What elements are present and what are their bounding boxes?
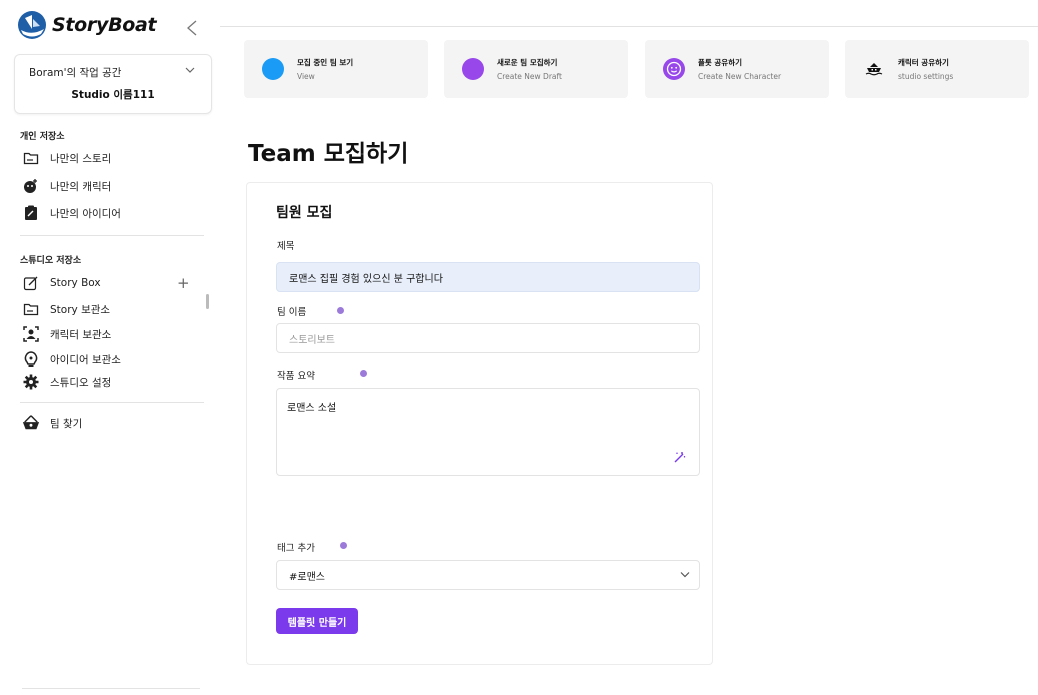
sidebar-item-find-team[interactable]: 팀 찾기 — [22, 413, 82, 433]
sidebar-item-label: 스튜디오 설정 — [50, 376, 112, 389]
folder-icon — [22, 300, 40, 318]
sidebar-item-character-archive[interactable]: 캐릭터 보관소 — [22, 324, 111, 344]
sidebar-item-studio-settings[interactable]: 스튜디오 설정 — [22, 372, 111, 392]
quick-card-title: 모집 중인 팀 보기 — [297, 58, 354, 67]
studio-storage-label: 스튜디오 저장소 — [20, 256, 82, 266]
quick-card-share-character[interactable]: 캐릭터 공유하기 studio settings — [845, 40, 1029, 98]
logo[interactable]: StoryBoat — [17, 10, 157, 40]
bulb-icon — [22, 350, 40, 368]
page-title: Team 모집하기 — [248, 141, 409, 167]
divider — [22, 688, 200, 689]
sidebar-item-label: 나만의 아이디어 — [50, 207, 121, 220]
sidebar-item-label: 나만의 스토리 — [50, 152, 112, 165]
chevron-down-icon — [185, 67, 195, 73]
sidebar-item-label: 팀 찾기 — [50, 417, 83, 430]
sidebar-scrollbar[interactable] — [206, 294, 209, 309]
title-input[interactable]: 로맨스 집필 경험 있으신 분 구합니다 — [276, 262, 700, 292]
sidebar-item-idea-archive[interactable]: 아이디어 보관소 — [22, 349, 121, 369]
header-divider — [220, 26, 1038, 27]
sidebar-item-label: Story 보관소 — [50, 303, 111, 316]
form-heading: 팀원 모집 — [276, 205, 333, 221]
quick-card-share-plot[interactable]: 플롯 공유하기 Create New Character — [645, 40, 829, 98]
sidebar-item-my-stories[interactable]: 나만의 스토리 — [22, 148, 111, 168]
smiley-icon — [663, 58, 685, 80]
brand-name: StoryBoat — [52, 14, 157, 36]
gear-icon — [22, 373, 40, 391]
quick-card-title: 새로운 팀 모집하기 — [497, 58, 558, 67]
sidebar-item-label: 아이디어 보관소 — [50, 353, 121, 366]
sidebar-item-my-characters[interactable]: 나만의 캐릭터 — [22, 176, 111, 196]
character-add-icon — [22, 177, 40, 195]
summary-textarea[interactable]: 로맨스 소설 — [276, 388, 700, 476]
help-icon[interactable] — [340, 542, 347, 549]
sidebar-item-my-ideas[interactable]: 나만의 아이디어 — [22, 203, 121, 223]
user-frame-icon — [22, 325, 40, 343]
quick-card-title: 플롯 공유하기 — [698, 58, 743, 67]
divider — [20, 402, 204, 403]
circle-icon — [462, 58, 484, 80]
sidebar-item-label: Story Box — [50, 277, 101, 289]
quick-card-subtitle: View — [297, 72, 315, 81]
summary-label: 작품 요약 — [277, 371, 315, 382]
divider — [20, 235, 204, 236]
magic-wand-icon[interactable] — [673, 451, 686, 464]
quick-card-subtitle: Create New Character — [698, 72, 782, 81]
sidebar: StoryBoat Boram'의 작업 공간 Studio 이름111 개인 … — [0, 0, 218, 695]
workspace-title: Boram'의 작업 공간 — [29, 67, 122, 79]
quick-card-subtitle: Create New Draft — [497, 72, 562, 81]
sidebar-item-label: 나만의 캐릭터 — [50, 180, 112, 193]
basket-icon — [22, 414, 40, 432]
workspace-switcher[interactable]: Boram'의 작업 공간 Studio 이름111 — [14, 54, 212, 114]
team-name-label: 팀 이름 — [277, 307, 307, 318]
clipboard-icon — [22, 204, 40, 222]
quick-card-title: 캐릭터 공유하기 — [898, 58, 949, 67]
quick-card-view-teams[interactable]: 모집 중인 팀 보기 View — [244, 40, 428, 98]
quick-card-new-recruit[interactable]: 새로운 팀 모집하기 Create New Draft — [444, 40, 628, 98]
chevron-down-icon — [680, 572, 690, 578]
edit-icon — [22, 274, 40, 292]
title-label: 제목 — [277, 241, 295, 252]
sidebar-item-label: 캐릭터 보관소 — [50, 328, 112, 341]
boat-logo-icon — [18, 11, 46, 39]
sidebar-item-story-box[interactable]: Story Box — [22, 273, 101, 293]
circle-icon — [262, 58, 284, 80]
add-story-box-button[interactable]: + — [177, 276, 190, 291]
tag-select[interactable]: #로맨스 — [276, 560, 700, 590]
collapse-sidebar-icon[interactable] — [184, 18, 200, 38]
help-icon[interactable] — [360, 370, 367, 377]
quick-card-subtitle: studio settings — [898, 72, 954, 81]
folder-icon — [22, 149, 40, 167]
boat-icon — [863, 58, 885, 80]
studio-name: Studio 이름111 — [71, 89, 155, 101]
personal-storage-label: 개인 저장소 — [20, 132, 65, 142]
team-name-input[interactable]: 스토리보트 — [276, 323, 700, 353]
tag-label: 태그 추가 — [277, 543, 315, 554]
help-icon[interactable] — [337, 307, 344, 314]
sidebar-item-story-archive[interactable]: Story 보관소 — [22, 299, 110, 319]
create-template-button[interactable]: 템플릿 만들기 — [276, 608, 358, 634]
